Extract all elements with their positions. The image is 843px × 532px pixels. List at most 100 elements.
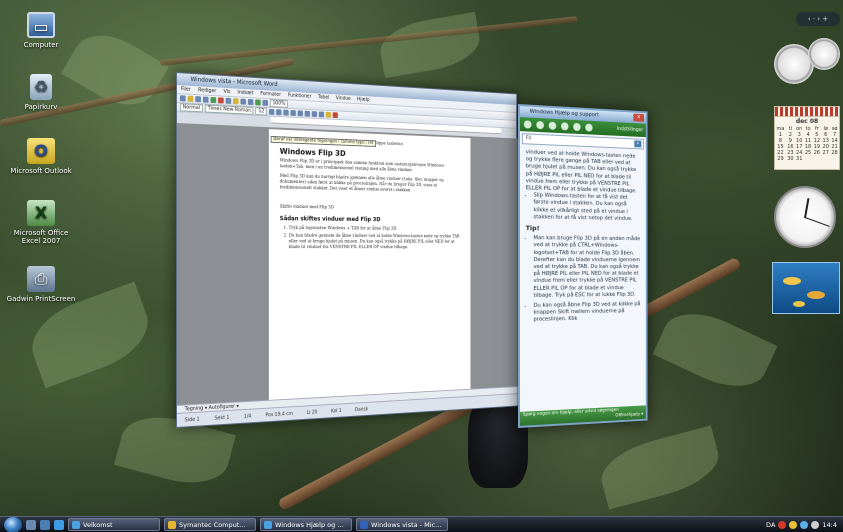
highlight-icon[interactable] — [325, 111, 331, 118]
taskbar-item-welcome[interactable]: Velkomst — [68, 518, 160, 531]
security-icon[interactable] — [778, 520, 787, 529]
font-select[interactable]: Times New Roman — [204, 104, 254, 115]
desktop-icon-gadwin-printscreen[interactable]: ⎙ Gadwin PrintScreen — [6, 266, 76, 303]
calendar-date[interactable]: 31 — [795, 156, 804, 162]
calendar-date[interactable]: 25 — [804, 150, 813, 156]
document-page[interactable]: Når du ser det vindue, der skal bruges, … — [268, 129, 471, 400]
font-size-select[interactable]: 12 — [255, 107, 267, 116]
desktop-icon-recycle-bin[interactable]: ♻ Papirkurv — [6, 74, 76, 111]
status-column: Kol 1 — [330, 408, 342, 415]
menu-window[interactable]: Vindue — [336, 95, 351, 101]
menu-insert[interactable]: Indsæt — [237, 90, 253, 97]
search-icon[interactable]: ⌕ — [634, 140, 642, 148]
desktop-icon-excel[interactable]: X Microsoft Office Excel 2007 — [6, 200, 76, 245]
forward-icon[interactable] — [536, 120, 544, 130]
language-indicator[interactable]: DA — [766, 521, 775, 529]
underline-icon[interactable] — [283, 109, 289, 116]
copy-icon[interactable] — [225, 97, 232, 104]
calendar-date[interactable]: 28 — [830, 150, 839, 156]
style-select[interactable]: Normal — [179, 103, 203, 113]
back-icon[interactable] — [523, 120, 532, 129]
doc-paragraph: Windows Flip 3D er i princippet den samm… — [279, 158, 445, 174]
wallpaper-leaf — [594, 425, 726, 510]
help-window[interactable]: Windows Hjælp og support × Indstillinger… — [518, 104, 648, 428]
menu-table[interactable]: Tabel — [318, 94, 329, 100]
taskbar: Velkomst Symantec Comput... Windows Hjæl… — [0, 516, 843, 532]
tray-clock[interactable]: 14:4 — [822, 521, 837, 529]
calendar-date[interactable] — [804, 156, 813, 162]
browse-help-icon[interactable] — [573, 122, 581, 132]
status-position: Pos 19,4 cm — [265, 411, 293, 419]
save-icon[interactable] — [195, 96, 202, 103]
taskbar-item-word[interactable]: Windows vista - Mic... — [356, 518, 449, 531]
bullets-icon[interactable] — [318, 111, 324, 118]
align-left-icon[interactable] — [290, 109, 296, 116]
open-folder-icon[interactable] — [187, 95, 194, 102]
spellcheck-icon[interactable] — [210, 96, 217, 104]
menu-file[interactable]: Filer — [181, 86, 191, 93]
taskbar-item-windows-help[interactable]: Windows Hjælp og ... — [260, 518, 352, 531]
help-paragraph: vinduer ved at holde Windows-tasten nede… — [525, 149, 637, 195]
memory-meter-gadget — [808, 38, 840, 70]
menu-help[interactable]: Hjælp — [357, 97, 369, 103]
internet-explorer-icon[interactable] — [54, 519, 64, 530]
cut-icon[interactable] — [218, 97, 224, 104]
menu-tools[interactable]: Funktioner — [288, 93, 312, 100]
taskbar-item-label: Velkomst — [83, 521, 113, 529]
desktop-icon-computer[interactable]: ▭ Computer — [6, 12, 76, 49]
calendar-gadget[interactable]: dec 08 ma ti on to fr lø sø 1 2 3 4 5 6 … — [774, 106, 840, 170]
calendar-date[interactable] — [830, 156, 839, 162]
help-search-value: Fli — [525, 135, 532, 142]
menu-format[interactable]: Formater — [260, 91, 281, 98]
fish-shape — [793, 301, 805, 307]
numbering-icon[interactable] — [311, 111, 317, 118]
ask-icon[interactable] — [585, 123, 593, 132]
taskbar-item-symantec[interactable]: Symantec Comput... — [164, 518, 256, 531]
doc-paragraph: Med Flip 3D kan du hurtigt bladre igenne… — [279, 173, 444, 194]
options-button[interactable]: Indstillinger — [617, 126, 643, 133]
align-center-icon[interactable] — [297, 110, 303, 117]
taskbar-item-label: Windows Hjælp og ... — [275, 521, 344, 529]
table-icon[interactable] — [255, 99, 261, 106]
help-tip: Du kan også åbne Flip 3D ved at klikke p… — [533, 301, 640, 324]
columns-icon[interactable] — [262, 99, 268, 106]
print-icon[interactable] — [560, 122, 569, 131]
zoom-select[interactable]: 100% — [269, 99, 289, 108]
sidebar-controls[interactable]: ‹ · › + — [796, 12, 840, 26]
calendar-date[interactable] — [812, 156, 821, 162]
home-icon[interactable] — [548, 121, 557, 130]
help-content: vinduer ved at holde Windows-tasten nede… — [520, 146, 646, 416]
desktop-icon-outlook[interactable]: O Microsoft Outlook — [6, 138, 76, 175]
volume-icon[interactable] — [811, 520, 820, 529]
show-desktop-icon[interactable] — [26, 519, 36, 530]
paste-icon[interactable] — [233, 98, 239, 105]
undo-icon[interactable] — [240, 98, 247, 105]
close-icon[interactable]: × — [633, 113, 645, 122]
menu-view[interactable]: Vis — [224, 89, 231, 95]
print-icon[interactable] — [202, 96, 209, 103]
switch-windows-icon[interactable] — [40, 519, 50, 530]
network-icon[interactable] — [800, 520, 809, 529]
calendar-date[interactable]: 29 — [775, 156, 786, 162]
status-section: Sekt 1 — [214, 414, 230, 422]
redo-icon[interactable] — [247, 98, 254, 106]
desktop-icon-label: Microsoft Outlook — [10, 167, 72, 175]
word-icon — [360, 521, 368, 529]
slideshow-gadget[interactable] — [772, 262, 840, 314]
antivirus-icon[interactable] — [789, 520, 798, 529]
help-tip: Man kan bruge Flip 3D på en anden måde v… — [533, 235, 640, 299]
new-document-icon[interactable] — [179, 95, 186, 102]
word-window[interactable]: Windows vista - Microsoft Word Filer Red… — [176, 72, 518, 428]
bold-icon[interactable] — [268, 108, 275, 115]
menu-edit[interactable]: Rediger — [198, 87, 216, 94]
start-button[interactable] — [4, 516, 22, 532]
italic-icon[interactable] — [275, 109, 282, 116]
calendar-date[interactable]: 30 — [786, 156, 795, 162]
font-color-icon[interactable] — [332, 112, 338, 119]
calendar-date[interactable] — [821, 156, 830, 162]
calendar-date[interactable]: 26 — [812, 150, 821, 156]
status-language: Dansk — [354, 406, 369, 413]
align-right-icon[interactable] — [304, 110, 310, 117]
recycle-bin-icon: ♻ — [30, 74, 52, 100]
calendar-date[interactable]: 27 — [821, 150, 830, 156]
